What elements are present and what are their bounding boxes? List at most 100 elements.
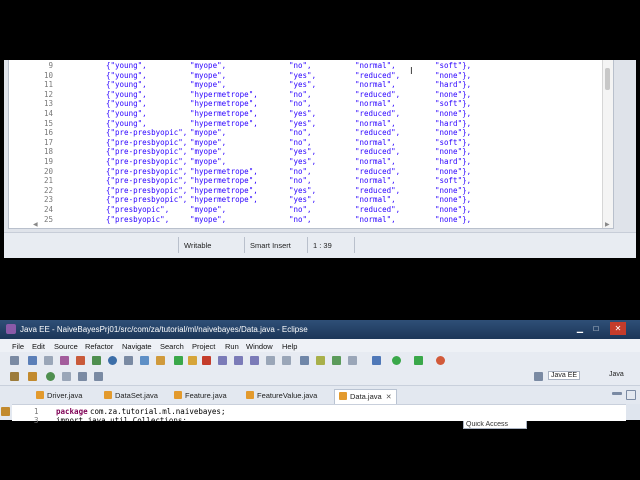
code-string-tear: "reduced", xyxy=(355,128,401,138)
new-package-icon[interactable] xyxy=(28,372,37,381)
new-icon[interactable] xyxy=(10,356,19,365)
code-string-age: {"young", xyxy=(106,89,147,99)
java-file-icon xyxy=(339,392,347,400)
drop-to-frame-icon[interactable] xyxy=(266,356,275,365)
main-toolbar xyxy=(0,352,640,368)
status-cursor-position: 1 : 39 xyxy=(313,241,332,250)
forward-icon[interactable] xyxy=(94,372,103,381)
line-number: 24 xyxy=(43,205,53,214)
code-string-tear: "reduced", xyxy=(355,70,401,80)
package-explorer-icon[interactable] xyxy=(1,407,10,416)
status-separator xyxy=(244,237,245,253)
save-icon[interactable] xyxy=(28,356,37,365)
line-number: 15 xyxy=(43,118,53,128)
menu-source[interactable]: Source xyxy=(54,342,78,351)
code-string-ast: "yes", xyxy=(289,195,317,205)
code-editor-data-java[interactable]: 1 package com.za.tutorial.ml.naivebayes;… xyxy=(12,404,626,425)
code-string-rx: "hypermetrope", xyxy=(190,185,258,195)
minimize-icon[interactable]: ▁ xyxy=(572,322,588,335)
show-whitespace-icon[interactable] xyxy=(348,356,357,365)
code-string-tear: "reduced", xyxy=(355,147,401,157)
scroll-right-icon[interactable]: ▶ xyxy=(605,221,610,228)
step-into-icon[interactable] xyxy=(218,356,227,365)
code-string-tear: "reduced", xyxy=(355,185,401,195)
code-string-ast: "yes", xyxy=(289,118,317,128)
vertical-scrollbar[interactable] xyxy=(602,60,613,228)
maximize-icon[interactable]: □ xyxy=(588,322,604,335)
use-step-filters-icon[interactable] xyxy=(282,356,291,365)
mark-occurrences-icon[interactable] xyxy=(316,356,325,365)
menu-run[interactable]: Run xyxy=(225,342,239,351)
minimize-editor-icon[interactable] xyxy=(612,392,622,395)
tab-featurevalue-java[interactable]: FeatureValue.java xyxy=(246,389,317,403)
line-number: 21 xyxy=(43,176,53,186)
tab-driver-java[interactable]: Driver.java xyxy=(36,389,82,403)
tab-feature-java[interactable]: Feature.java xyxy=(174,389,227,403)
menu-edit[interactable]: Edit xyxy=(32,342,45,351)
save-all-icon[interactable] xyxy=(44,356,53,365)
tab-dataset-java[interactable]: DataSet.java xyxy=(104,389,158,403)
code-string-rx: "myope", xyxy=(190,205,227,214)
menu-file[interactable]: File xyxy=(12,342,24,351)
open-perspective-icon[interactable] xyxy=(534,372,543,381)
code-line: 10 {"young", "myope", "yes", "reduced", "none… xyxy=(9,71,599,81)
next-annotation-icon[interactable] xyxy=(62,372,71,381)
tab-data-java[interactable]: Data.java ✕ xyxy=(334,389,397,404)
debug-icon[interactable] xyxy=(372,356,381,365)
step-over-icon[interactable] xyxy=(234,356,243,365)
run-icon[interactable] xyxy=(174,356,183,365)
window-titlebar[interactable]: Java EE - NaiveBayesPrj01/src/com/za/tut… xyxy=(0,320,640,339)
close-tab-icon[interactable]: ✕ xyxy=(386,394,392,401)
code-string-rx: "myope", xyxy=(190,128,227,138)
terminate-icon[interactable] xyxy=(202,356,211,365)
code-string-tear: "reduced", xyxy=(355,109,401,118)
block-selection-icon[interactable] xyxy=(332,356,341,365)
menu-help[interactable]: Help xyxy=(282,342,297,351)
deploy-icon[interactable] xyxy=(92,356,101,365)
code-string-rx: "hypermetrope", xyxy=(190,109,258,118)
code-string-age: {"presbyopic", xyxy=(106,205,170,214)
code-line: 20 {"pre-presbyopic", "hypermetrope", "no",… xyxy=(9,167,599,177)
run-external-icon[interactable] xyxy=(414,356,423,365)
search-icon[interactable] xyxy=(156,356,165,365)
line-number: 14 xyxy=(43,109,53,118)
terminal-icon[interactable] xyxy=(124,356,133,365)
open-type-icon[interactable] xyxy=(140,356,149,365)
code-string-tear: "normal", xyxy=(355,99,396,109)
toggle-breadcrumb-icon[interactable] xyxy=(300,356,309,365)
menu-refactor[interactable]: Refactor xyxy=(85,342,113,351)
menu-navigate[interactable]: Navigate xyxy=(122,342,152,351)
suspend-icon[interactable] xyxy=(188,356,197,365)
new-java-project-icon[interactable] xyxy=(10,372,19,381)
status-insert-mode: Smart Insert xyxy=(250,241,291,250)
left-trim xyxy=(0,404,12,420)
tab-label: Data.java xyxy=(350,392,382,401)
maximize-editor-icon[interactable] xyxy=(626,390,636,400)
menu-window[interactable]: Window xyxy=(246,342,273,351)
server-icon[interactable] xyxy=(76,356,85,365)
web-icon[interactable] xyxy=(108,356,117,365)
code-string-ast: "no", xyxy=(289,128,312,138)
code-string-lens: "none"}, xyxy=(435,185,472,195)
code-string-tear: "normal", xyxy=(355,195,396,205)
code-string-age: {"pre-presbyopic", xyxy=(106,128,188,138)
run-last-icon[interactable] xyxy=(392,356,401,365)
coverage-icon[interactable] xyxy=(436,356,445,365)
horizontal-scrollbar[interactable]: ◀ ▶ xyxy=(33,221,611,228)
print-icon[interactable] xyxy=(60,356,69,365)
code-string-ast: "no", xyxy=(289,166,312,176)
back-icon[interactable] xyxy=(78,372,87,381)
code-string-ast: "yes", xyxy=(289,147,317,157)
perspective-java[interactable]: Java xyxy=(609,371,624,378)
code-string-age: {"young", xyxy=(106,70,147,80)
perspective-java-ee[interactable]: Java EE xyxy=(548,371,581,380)
new-class-icon[interactable] xyxy=(46,372,55,381)
line-number: 16 xyxy=(43,128,53,138)
step-return-icon[interactable] xyxy=(250,356,259,365)
close-icon[interactable]: ✕ xyxy=(610,322,626,335)
menu-project[interactable]: Project xyxy=(192,342,215,351)
code-editor[interactable]: 9 {"young", "myope", "no", "normal", "soft"},… xyxy=(8,60,614,229)
scroll-left-icon[interactable]: ◀ xyxy=(33,221,38,228)
menu-search[interactable]: Search xyxy=(160,342,184,351)
vertical-scrollbar-thumb[interactable] xyxy=(605,68,610,90)
